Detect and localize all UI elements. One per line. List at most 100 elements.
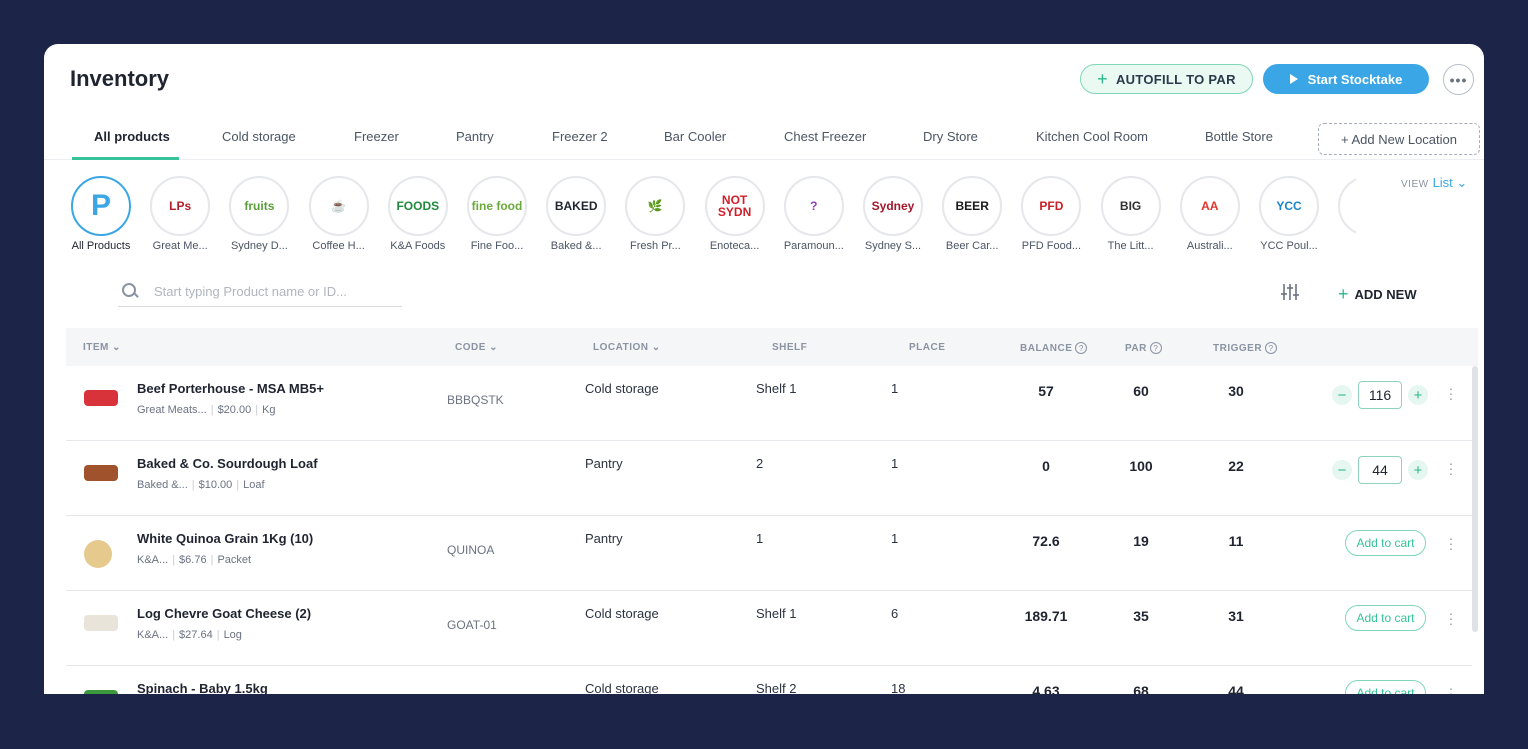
tab-cold-storage[interactable]: Cold storage <box>222 129 296 144</box>
supplier-filter-item[interactable]: LPs Great Me... <box>140 176 220 252</box>
product-thumbnail <box>84 615 118 631</box>
search-input[interactable] <box>154 283 394 299</box>
view-toggle[interactable]: VIEW List ⌄ <box>1401 175 1467 191</box>
row-price: $27.64 <box>179 629 213 641</box>
product-par: 60 <box>1133 383 1149 399</box>
supplier-logo: ? <box>783 176 844 236</box>
product-thumbnail <box>84 390 118 406</box>
product-name[interactable]: Spinach - Baby 1.5kg <box>137 681 268 694</box>
start-stocktake-button[interactable]: Start Stocktake <box>1263 64 1429 94</box>
supplier-label: Paramoun... <box>783 240 844 252</box>
tab-dry-store[interactable]: Dry Store <box>923 129 978 144</box>
supplier-filter-item[interactable]: fine food Fine Foo... <box>457 176 537 252</box>
supplier-label: EC <box>1328 240 1356 252</box>
supplier-filter-item[interactable]: Sydney Sydney S... <box>853 176 933 252</box>
separator: | <box>255 404 259 416</box>
supplier-logo: BEER <box>942 176 1003 236</box>
table-row[interactable]: Log Chevre Goat Cheese (2) K&A... | $27.64 |… <box>66 591 1472 666</box>
autofill-to-par-button[interactable]: + AUTOFILL TO PAR <box>1080 64 1253 94</box>
supplier-logo: LPs <box>150 176 211 236</box>
supplier-filter-item[interactable]: fruits Sydney D... <box>219 176 299 252</box>
supplier-logo: 🌿 <box>625 176 686 236</box>
order-quantity-input[interactable]: 44 <box>1358 456 1402 484</box>
supplier-filter-item[interactable]: EC <box>1328 176 1356 252</box>
supplier-filter-item[interactable]: PFD PFD Food... <box>1011 176 1091 252</box>
add-new-label: ADD NEW <box>1354 287 1417 302</box>
order-quantity-input[interactable]: 116 <box>1358 381 1402 409</box>
col-code[interactable]: CODE ⌄ <box>455 342 498 353</box>
add-new-location-button[interactable]: + Add New Location <box>1318 123 1480 155</box>
product-shelf: Shelf 2 <box>756 681 797 694</box>
supplier-filter-item[interactable]: NOT SYDN Enoteca... <box>695 176 775 252</box>
tab-bottle-store[interactable]: Bottle Store <box>1205 129 1273 144</box>
separator: | <box>236 479 240 491</box>
supplier-logo: FOODS <box>387 176 448 236</box>
decrement-button[interactable]: − <box>1332 460 1352 480</box>
col-item[interactable]: ITEM ⌄ <box>83 342 121 353</box>
more-options-button[interactable]: ••• <box>1443 64 1474 95</box>
supplier-filter-item[interactable]: P All Products <box>61 176 141 252</box>
increment-button[interactable]: + <box>1408 460 1428 480</box>
product-location: Pantry <box>585 456 623 471</box>
tab-bar-cooler[interactable]: Bar Cooler <box>664 129 726 144</box>
tab-all-products[interactable]: All products <box>94 129 170 144</box>
supplier-filter-strip: P All Products LPs Great Me... fruits Sydney … <box>44 172 1356 258</box>
add-to-cart-button[interactable]: Add to cart <box>1345 605 1426 631</box>
inventory-panel: Inventory + AUTOFILL TO PAR Start Stockt… <box>44 44 1484 694</box>
help-icon[interactable]: ? <box>1149 342 1162 354</box>
table-row[interactable]: Spinach - Baby 1.5kg Cold storage Shelf 2 1… <box>66 666 1472 694</box>
col-location[interactable]: LOCATION ⌄ <box>593 342 661 353</box>
row-menu-icon[interactable]: ··· <box>1446 456 1456 480</box>
table-row[interactable]: Beef Porterhouse - MSA MB5+ Great Meats..… <box>66 366 1472 441</box>
separator: | <box>172 629 176 641</box>
supplier-filter-item[interactable]: BAKED Baked &... <box>536 176 616 252</box>
table-row[interactable]: White Quinoa Grain 1Kg (10) K&A... | $6.76 |… <box>66 516 1472 591</box>
supplier-filter-item[interactable]: BEER Beer Car... <box>932 176 1012 252</box>
tab-chest-freezer[interactable]: Chest Freezer <box>784 129 866 144</box>
more-icon: ••• <box>1449 71 1468 88</box>
supplier-filter-item[interactable]: ☕ Coffee H... <box>299 176 379 252</box>
product-location: Cold storage <box>585 681 659 694</box>
filter-sliders-icon[interactable] <box>1280 283 1300 301</box>
help-icon[interactable]: ? <box>1075 342 1088 354</box>
decrement-button[interactable]: − <box>1332 385 1352 405</box>
product-balance: 189.71 <box>1024 608 1068 624</box>
col-shelf: SHELF <box>772 342 808 353</box>
separator: | <box>216 629 220 641</box>
row-menu-icon[interactable]: ··· <box>1446 606 1456 630</box>
tab-freezer-2[interactable]: Freezer 2 <box>552 129 608 144</box>
row-menu-icon[interactable]: ··· <box>1446 681 1456 694</box>
supplier-filter-item[interactable]: YCC YCC Poul... <box>1249 176 1329 252</box>
tab-pantry[interactable]: Pantry <box>456 129 494 144</box>
supplier-label: Beer Car... <box>945 240 999 252</box>
tab-freezer[interactable]: Freezer <box>354 129 399 144</box>
product-trigger: 11 <box>1228 533 1244 549</box>
product-shelf: Shelf 1 <box>756 381 797 396</box>
supplier-label: K&A Foods <box>390 240 446 252</box>
add-new-product-button[interactable]: + ADD NEW <box>1338 284 1417 305</box>
product-name[interactable]: Beef Porterhouse - MSA MB5+ <box>137 381 324 396</box>
supplier-filter-item[interactable]: ? Paramoun... <box>774 176 854 252</box>
supplier-filter-item[interactable]: AA Australi... <box>1170 176 1250 252</box>
supplier-filter-item[interactable]: BIG The Litt... <box>1091 176 1171 252</box>
supplier-logo: fruits <box>229 176 290 236</box>
add-to-cart-button[interactable]: Add to cart <box>1345 530 1426 556</box>
add-to-cart-button[interactable]: Add to cart <box>1345 680 1426 694</box>
product-name[interactable]: Log Chevre Goat Cheese (2) <box>137 606 311 621</box>
product-name[interactable]: Baked & Co. Sourdough Loaf <box>137 456 318 471</box>
product-name[interactable]: White Quinoa Grain 1Kg (10) <box>137 531 313 546</box>
table-row[interactable]: Baked & Co. Sourdough Loaf Baked &... | $10… <box>66 441 1472 516</box>
product-location: Cold storage <box>585 381 659 396</box>
row-menu-icon[interactable]: ··· <box>1446 381 1456 405</box>
tab-kitchen-cool-room[interactable]: Kitchen Cool Room <box>1036 129 1148 144</box>
increment-button[interactable]: + <box>1408 385 1428 405</box>
supplier-filter-item[interactable]: 🌿 Fresh Pr... <box>615 176 695 252</box>
table-scrollbar[interactable] <box>1472 366 1478 632</box>
row-price: $20.00 <box>217 404 252 416</box>
row-menu-icon[interactable]: ··· <box>1446 531 1456 555</box>
help-icon[interactable]: ? <box>1265 342 1278 354</box>
col-trigger-label: TRIGGER <box>1213 342 1263 354</box>
product-meta: Great Meats... | $20.00 | Kg <box>137 404 276 416</box>
supplier-filter-item[interactable]: FOODS K&A Foods <box>378 176 458 252</box>
supplier-logo: YCC <box>1259 176 1319 236</box>
